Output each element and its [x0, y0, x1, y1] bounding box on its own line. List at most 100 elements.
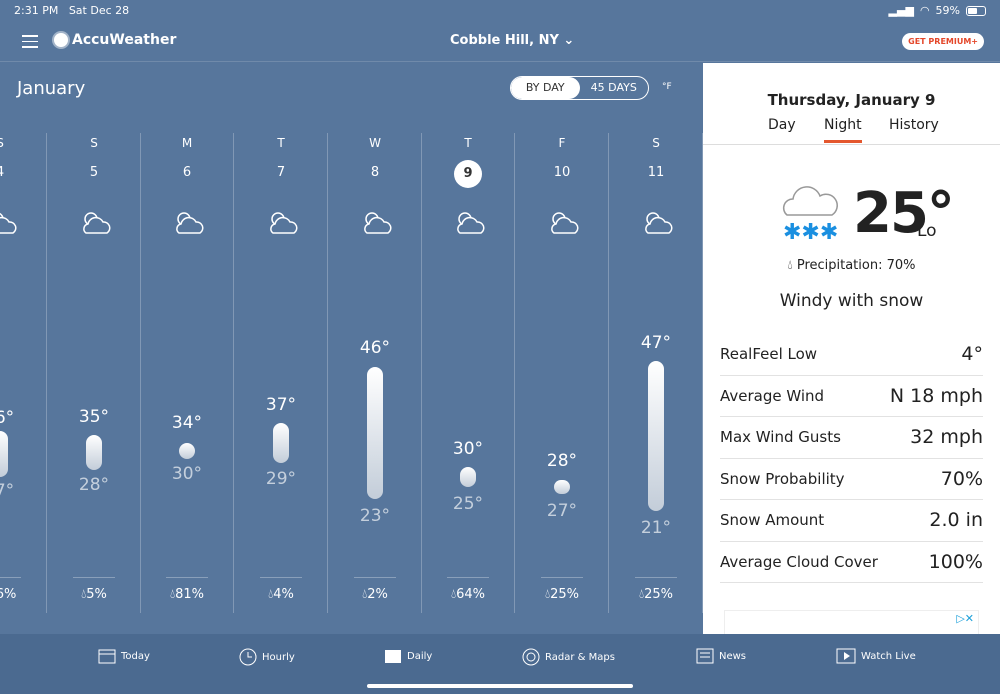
day-column[interactable]: W 8 46° 23° 💧︎2%	[328, 133, 422, 613]
detail-tabs: Day Night History	[703, 117, 1000, 145]
play-icon	[836, 648, 856, 664]
status-right: ▂▄▆ ◠ 59%	[889, 4, 986, 17]
stat-value: 32 mph	[910, 426, 983, 449]
lo-label: Lo	[917, 221, 937, 241]
low-temp: 28°	[78, 475, 110, 495]
sun-cloud-icon	[0, 212, 17, 234]
stat-value: 70%	[940, 467, 983, 490]
precip-divider	[166, 577, 208, 578]
detail-title: Thursday, January 9	[767, 91, 936, 109]
precip-chance: 💧︎?6%	[0, 587, 17, 602]
temp-range-bar	[179, 443, 195, 459]
menu-icon[interactable]	[22, 35, 38, 52]
day-column[interactable]: F 10 28° 27° 💧︎25%	[515, 133, 609, 613]
high-temp: 37°	[265, 395, 297, 415]
high-temp: 47°	[640, 333, 672, 353]
day-of-week: S	[0, 136, 47, 150]
precip-chance: 💧︎81%	[169, 587, 205, 602]
logo-sun-icon	[54, 33, 68, 47]
stat-label: Average Wind	[720, 386, 825, 405]
clock-icon	[239, 648, 257, 666]
low-temp: 27°	[546, 501, 578, 521]
calendar-filled-icon	[385, 650, 401, 663]
precip-chance: 💧︎5%	[81, 587, 107, 602]
tab-daily[interactable]: Daily	[384, 648, 432, 664]
condition-text: Windy with snow	[779, 291, 924, 311]
high-temp: 35°	[78, 407, 110, 427]
high-temp: ?6°	[0, 408, 15, 428]
tab-day[interactable]: Day	[768, 117, 796, 133]
app-logo[interactable]: AccuWeather	[54, 32, 176, 48]
high-temp: 34°	[171, 413, 203, 433]
calendar-icon	[98, 649, 116, 664]
tab-history[interactable]: History	[889, 117, 939, 133]
detail-panel: Thursday, January 9 Day Night History ✱✱…	[703, 63, 1000, 634]
battery-percent: 59%	[935, 4, 960, 17]
precip-divider	[635, 577, 677, 578]
high-temp: 28°	[546, 451, 578, 471]
status-bar: 2:31 PM Sat Dec 28 ▂▄▆ ◠ 59%	[0, 0, 1000, 22]
ad-close-icon[interactable]: ▷✕	[956, 612, 974, 625]
tab-radar-maps[interactable]: Radar & Maps	[522, 648, 615, 666]
low-temp: 29°	[265, 469, 297, 489]
high-temp: 30°	[452, 439, 484, 459]
day-column[interactable]: S 4 ?6° ?7° 💧︎?6%	[0, 133, 47, 613]
day-column[interactable]: S 11 47° 21° 💧︎25%	[609, 133, 703, 613]
day-date: 8	[370, 165, 380, 180]
day-column[interactable]: M 6 34° 30° 💧︎81%	[140, 133, 234, 613]
premium-button[interactable]: GET PREMIUM+	[902, 33, 984, 50]
temp-range-bar	[648, 361, 664, 511]
low-temp: 23°	[359, 506, 391, 526]
temp-range-bar	[86, 435, 102, 470]
day-column[interactable]: S 5 35° 28° 💧︎5%	[47, 133, 141, 613]
ad-banner[interactable]: ▷✕	[724, 610, 979, 634]
precip-chance: 💧︎64%	[450, 587, 486, 602]
precip-divider	[73, 577, 115, 578]
day-of-week: F	[558, 136, 566, 150]
day-date: 7	[276, 165, 286, 180]
day-date: 4	[0, 165, 47, 180]
day-date: 11	[647, 165, 665, 180]
day-column[interactable]: T 7 37° 29° 💧︎4%	[234, 133, 328, 613]
low-temp: 25°	[452, 494, 484, 514]
stat-label: Snow Amount	[720, 511, 825, 530]
day-of-week: M	[181, 136, 193, 150]
tab-hourly[interactable]: Hourly	[239, 648, 295, 666]
tab-watch-live[interactable]: Watch Live	[836, 648, 916, 664]
temp-range-bar	[0, 431, 8, 477]
precip-divider	[447, 577, 489, 578]
toggle-45-days[interactable]: 45 DAYS	[580, 77, 649, 99]
tab-night[interactable]: Night	[824, 117, 862, 143]
precip-chance: 💧︎25%	[638, 587, 674, 602]
low-temp: ?7°	[0, 481, 15, 501]
tab-today[interactable]: Today	[98, 648, 150, 664]
month-title: January	[17, 78, 86, 99]
stat-value: 100%	[928, 550, 983, 573]
drop-icon: 💧︎	[787, 258, 793, 273]
tab-news[interactable]: News	[696, 648, 746, 664]
high-temp: 46°	[359, 338, 391, 358]
stat-label: RealFeel Low	[720, 345, 818, 364]
wifi-icon: ◠	[919, 4, 930, 17]
location-selector[interactable]: Cobble Hill, NY ⌄	[450, 33, 574, 48]
day-date: 10	[553, 165, 571, 180]
precip-chance: 💧︎4%	[268, 587, 294, 602]
sun-cloud-icon	[551, 212, 579, 234]
signal-icon: ▂▄▆	[888, 4, 914, 17]
day-of-week: T	[464, 136, 472, 150]
stats-list: RealFeel Low 4° Average Wind N 18 mph Max Wi…	[720, 334, 983, 583]
stat-row: RealFeel Low 4°	[720, 334, 983, 376]
day-date: 9	[454, 160, 482, 188]
unit-toggle[interactable]: °F	[662, 82, 672, 92]
cloud-sun-icon	[645, 212, 673, 234]
temp-range-bar	[460, 467, 476, 487]
precip-divider	[260, 577, 302, 578]
svg-text:✱✱✱: ✱✱✱	[783, 220, 838, 241]
toggle-by-day[interactable]: BY DAY	[511, 77, 580, 99]
stat-label: Average Cloud Cover	[720, 552, 878, 571]
day-column[interactable]: T 9 30° 25° 💧︎64%	[421, 133, 515, 613]
radar-icon	[522, 648, 540, 666]
stat-row: Max Wind Gusts 32 mph	[720, 417, 983, 459]
cloud-sleet-icon	[176, 212, 204, 234]
stat-label: Snow Probability	[720, 469, 845, 488]
